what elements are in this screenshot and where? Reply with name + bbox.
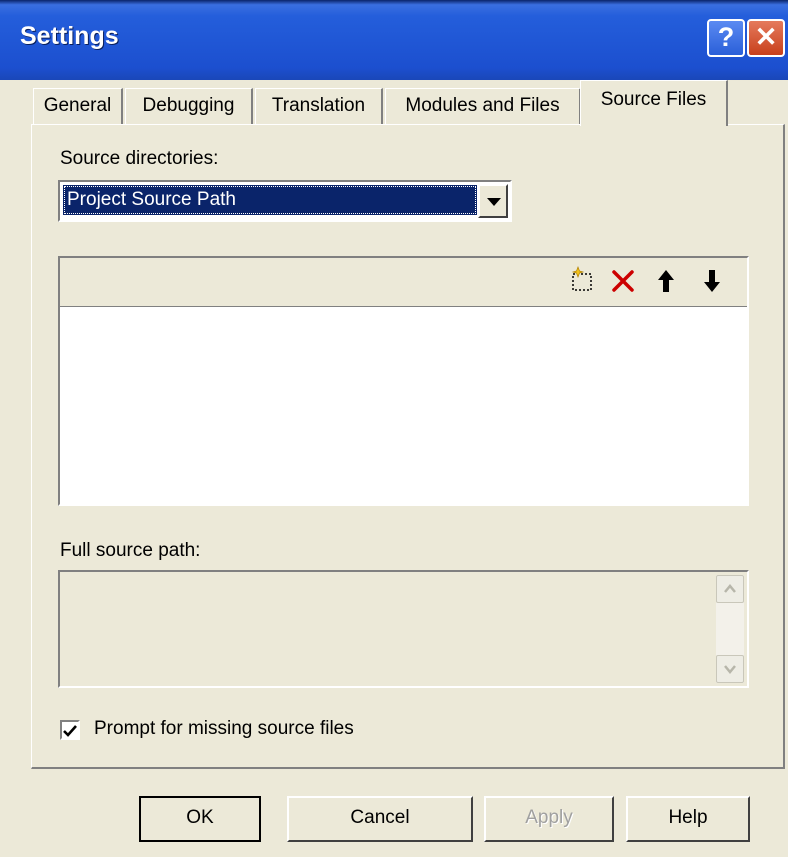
check-icon bbox=[63, 725, 77, 737]
scroll-up-icon[interactable] bbox=[716, 575, 744, 603]
source-directories-list[interactable] bbox=[60, 307, 747, 504]
source-directories-dropdown[interactable]: Project Source Path bbox=[58, 180, 512, 222]
ok-button[interactable]: OK bbox=[139, 796, 261, 842]
delete-icon[interactable] bbox=[608, 264, 640, 298]
cancel-button[interactable]: Cancel bbox=[287, 796, 473, 842]
tab-modules-and-files[interactable]: Modules and Files bbox=[385, 88, 581, 124]
tab-general[interactable]: General bbox=[33, 88, 123, 124]
source-directories-label: Source directories: bbox=[60, 148, 219, 169]
prompt-missing-checkbox[interactable] bbox=[60, 720, 80, 740]
move-up-icon[interactable] bbox=[652, 264, 684, 298]
apply-button[interactable]: Apply bbox=[484, 796, 614, 842]
scroll-down-icon[interactable] bbox=[716, 655, 744, 683]
tab-translation[interactable]: Translation bbox=[255, 88, 383, 124]
tab-source-files[interactable]: Source Files bbox=[580, 80, 728, 126]
source-directories-selected: Project Source Path bbox=[63, 185, 477, 215]
source-directories-list-container bbox=[58, 256, 749, 506]
full-source-path-label: Full source path: bbox=[60, 540, 201, 561]
title-bar[interactable]: Settings ? ✕ bbox=[0, 0, 788, 80]
vertical-scrollbar[interactable] bbox=[716, 575, 744, 683]
close-icon[interactable]: ✕ bbox=[747, 19, 785, 57]
help-icon[interactable]: ? bbox=[707, 19, 745, 57]
move-down-icon[interactable] bbox=[698, 264, 730, 298]
tab-debugging[interactable]: Debugging bbox=[125, 88, 253, 124]
chevron-down-icon[interactable] bbox=[478, 184, 508, 218]
full-source-path-field[interactable] bbox=[58, 570, 749, 688]
help-button[interactable]: Help bbox=[626, 796, 750, 842]
list-toolbar bbox=[60, 258, 747, 307]
window-title: Settings bbox=[20, 22, 119, 50]
new-folder-icon[interactable] bbox=[568, 264, 600, 298]
prompt-missing-label[interactable]: Prompt for missing source files bbox=[94, 718, 354, 740]
